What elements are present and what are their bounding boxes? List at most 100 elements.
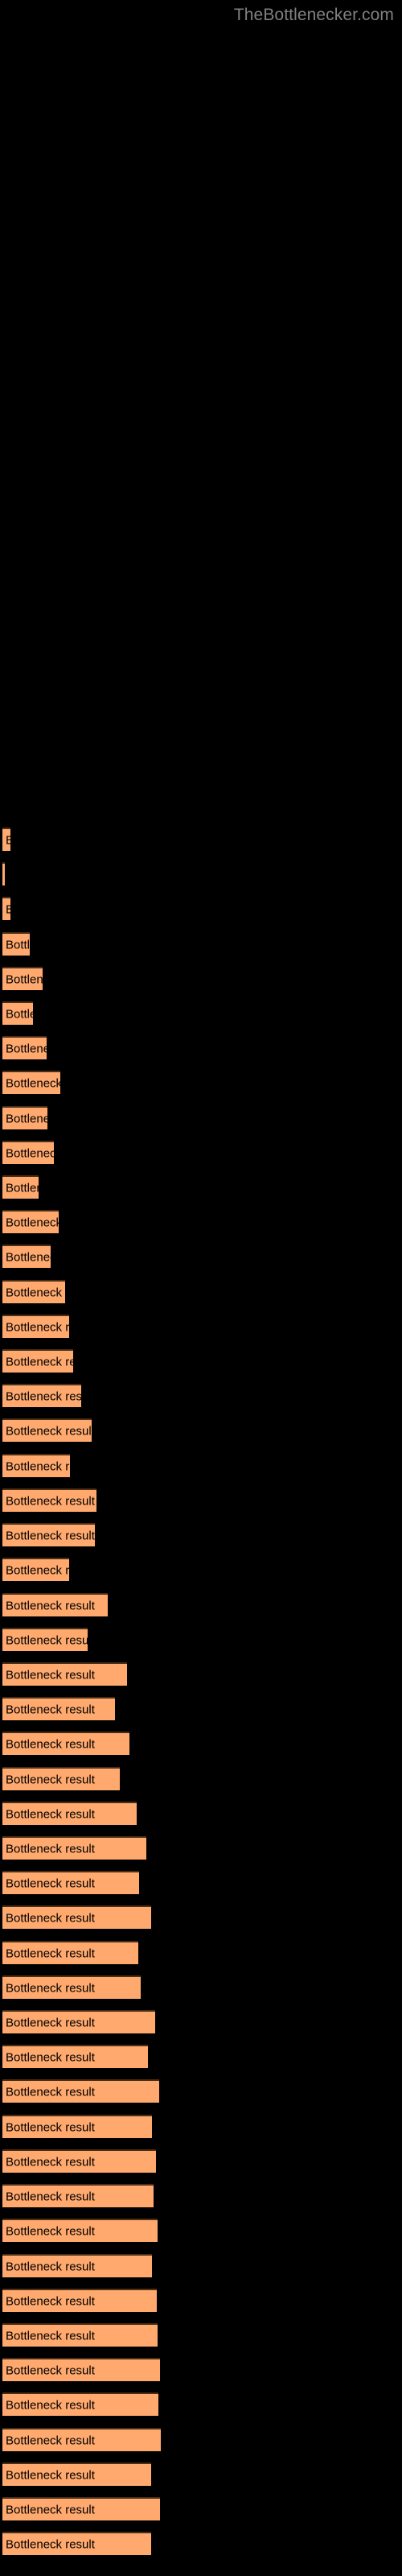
bar-9[interactable]: Bottleneck result (2, 1141, 54, 1164)
bar-label: Bottleneck result (6, 1633, 88, 1647)
bar-38[interactable]: Bottleneck result (2, 2149, 156, 2173)
bar-2[interactable]: Bottleneck result (2, 897, 10, 920)
bar-28[interactable]: Bottleneck result (2, 1802, 137, 1825)
bar-label: Bottleneck result (6, 1494, 95, 1508)
bar-label: Bottleneck result (6, 1112, 47, 1125)
bar-label: Bottleneck result (6, 2363, 95, 2377)
bar-label: Bottleneck result (6, 1286, 65, 1299)
bar-24[interactable]: Bottleneck result (2, 1662, 127, 1686)
bar-17[interactable]: Bottleneck result (2, 1418, 92, 1442)
bar-label: Bottleneck result (6, 2224, 95, 2238)
bar-label: Bottleneck result (6, 1216, 59, 1229)
bar-label: Bottleneck result (6, 1529, 95, 1542)
bar-label: Bottleneck result (6, 1320, 69, 1334)
bar-label: Bottleneck result (6, 1668, 95, 1682)
bar-22[interactable]: Bottleneck result (2, 1593, 108, 1616)
bar-label: Bottleneck result (6, 1389, 81, 1403)
bar-12[interactable]: Bottleneck result (2, 1245, 51, 1268)
bar-10[interactable]: Bottleneck result (2, 1175, 39, 1199)
bar-30[interactable]: Bottleneck result (2, 1871, 139, 1894)
bar-label: Bottleneck result (6, 2016, 95, 2029)
bar-21[interactable]: Bottleneck result (2, 1558, 69, 1581)
bar-47[interactable]: Bottleneck result (2, 2462, 151, 2486)
bar-14[interactable]: Bottleneck result (2, 1315, 69, 1338)
bar-26[interactable]: Bottleneck result (2, 1732, 129, 1755)
bar-6[interactable]: Bottleneck result (2, 1036, 47, 1059)
bar-label: Bottleneck result (6, 2260, 95, 2273)
bar-20[interactable]: Bottleneck result (2, 1523, 95, 1546)
bar-label: Bottleneck result (6, 833, 10, 847)
bar-44[interactable]: Bottleneck result (2, 2358, 160, 2381)
bar-46[interactable]: Bottleneck result (2, 2428, 161, 2451)
bar-label: Bottleneck result (6, 1807, 95, 1821)
bar-41[interactable]: Bottleneck result (2, 2254, 152, 2277)
bar-label: Bottleneck result (6, 1773, 95, 1786)
bar-48[interactable]: Bottleneck result (2, 2497, 160, 2520)
bar-label: Bottleneck result (6, 1599, 95, 1612)
bar-35[interactable]: Bottleneck result (2, 2045, 148, 2068)
bar-29[interactable]: Bottleneck result (2, 1836, 146, 1860)
bar-label: Bottleneck result (6, 1355, 73, 1368)
bar-45[interactable]: Bottleneck result (2, 2392, 158, 2416)
bar-label: Bottleneck result (6, 1250, 51, 1264)
bar-label: Bottleneck result (6, 1842, 95, 1856)
bar-label: Bottleneck result (6, 1563, 69, 1577)
bar-33[interactable]: Bottleneck result (2, 1975, 141, 1999)
bar-4[interactable]: Bottleneck result (2, 967, 43, 990)
bar-label: Bottleneck result (6, 1181, 39, 1195)
bar-49[interactable]: Bottleneck result (2, 2532, 151, 2555)
bar-32[interactable]: Bottleneck result (2, 1941, 138, 1964)
bar-19[interactable]: Bottleneck result (2, 1488, 96, 1512)
bar-label: Bottleneck result (6, 1459, 70, 1473)
bar-42[interactable]: Bottleneck result (2, 2289, 157, 2312)
bar-13[interactable]: Bottleneck result (2, 1280, 65, 1303)
bar-25[interactable]: Bottleneck result (2, 1697, 115, 1720)
bar-label: Bottleneck result (6, 1007, 33, 1021)
bar-39[interactable]: Bottleneck result (2, 2184, 154, 2207)
bar-11[interactable]: Bottleneck result (2, 1210, 59, 1233)
bar-27[interactable]: Bottleneck result (2, 1767, 120, 1790)
bar-label: Bottleneck result (6, 2050, 95, 2064)
bar-label: Bottleneck result (6, 938, 30, 952)
bar-label: Bottleneck result (6, 2190, 95, 2203)
bar-label: Bottleneck result (6, 2537, 95, 2551)
bar-label: Bottleneck result (6, 2398, 95, 2412)
bar-label: Bottleneck result (6, 1042, 47, 1055)
bar-label: Bottleneck result (6, 1981, 95, 1995)
bar-label: Bottleneck result (6, 1424, 92, 1438)
bar-31[interactable]: Bottleneck result (2, 1905, 151, 1929)
bar-label: Bottleneck result (6, 2434, 95, 2447)
bar-23[interactable]: Bottleneck result (2, 1628, 88, 1651)
bar-label: Bottleneck result (6, 2120, 95, 2134)
bar-label: Bottleneck result (6, 972, 43, 986)
bar-18[interactable]: Bottleneck result (2, 1454, 70, 1477)
bar-15[interactable]: Bottleneck result (2, 1349, 73, 1373)
bar-3[interactable]: Bottleneck result (2, 932, 30, 956)
page-root: TheBottlenecker.com Bottleneck resultBot… (0, 0, 402, 2576)
bar-label: Bottleneck result (6, 1876, 95, 1890)
bar-43[interactable]: Bottleneck result (2, 2323, 158, 2347)
bar-label: Bottleneck result (6, 1703, 95, 1716)
bar-7[interactable]: Bottleneck result (2, 1071, 60, 1094)
bar-40[interactable]: Bottleneck result (2, 2219, 158, 2242)
bar-16[interactable]: Bottleneck result (2, 1384, 81, 1407)
bar-37[interactable]: Bottleneck result (2, 2115, 152, 2138)
bar-label: Bottleneck result (6, 2155, 95, 2169)
bar-label: Bottleneck result (6, 1146, 54, 1160)
bar-1[interactable]: Bottleneck result (2, 862, 5, 886)
bar-label: Bottleneck result (6, 1076, 60, 1090)
bar-5[interactable]: Bottleneck result (2, 1001, 33, 1025)
bar-label: Bottleneck result (6, 902, 10, 916)
bar-8[interactable]: Bottleneck result (2, 1106, 47, 1129)
bar-label: Bottleneck result (6, 2085, 95, 2099)
bar-0[interactable]: Bottleneck result (2, 828, 10, 851)
bar-label: Bottleneck result (6, 2503, 95, 2516)
bar-34[interactable]: Bottleneck result (2, 2010, 155, 2033)
bar-36[interactable]: Bottleneck result (2, 2079, 159, 2103)
bar-label: Bottleneck result (6, 2468, 95, 2482)
bar-label: Bottleneck result (6, 2294, 95, 2308)
bottleneck-bar-chart: Bottleneck result Bottleneck result Bottle… (0, 0, 402, 2576)
bar-label: Bottleneck result (6, 1946, 95, 1960)
bar-label: Bottleneck result (6, 1737, 95, 1751)
bar-label: Bottleneck result (6, 2329, 95, 2343)
